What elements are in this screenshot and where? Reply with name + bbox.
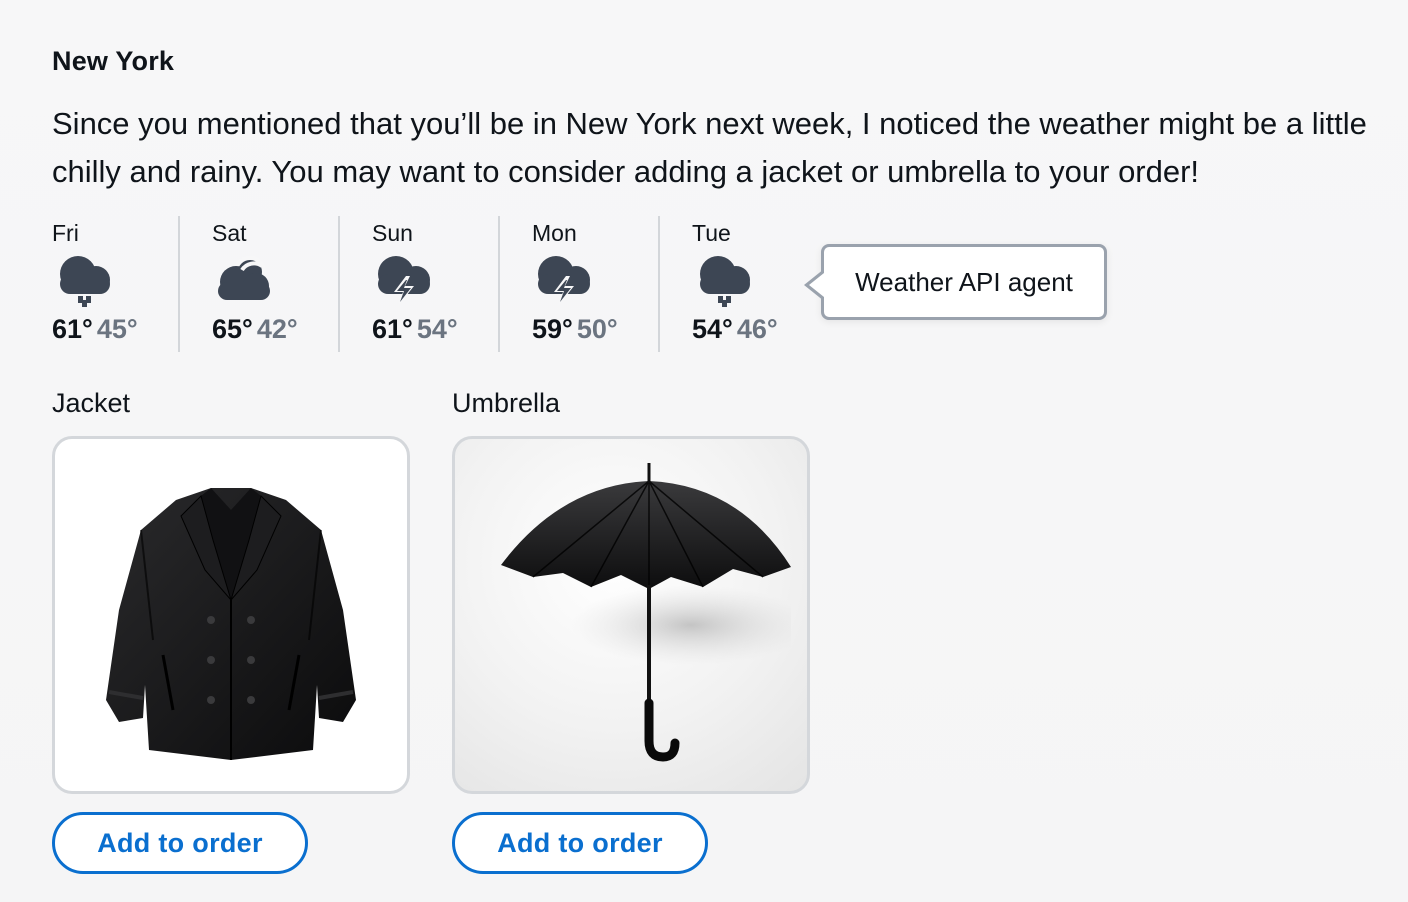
product-title: Jacket — [52, 388, 131, 418]
thunderstorm-icon — [378, 256, 430, 306]
low-temp: 42° — [256, 314, 298, 344]
product-umbrella: Umbrella Add to order — [452, 386, 812, 874]
day-name: Tue — [692, 220, 731, 246]
rain-cloud-icon — [700, 256, 750, 307]
forecast-day-tue: Tue 54° 46° — [658, 216, 818, 352]
temperature-range: 54° 46° — [692, 312, 818, 346]
forecast-day-sat: Sat 65° 42° — [178, 216, 338, 352]
weather-forecast: Fri 61° 45° Sat 65° 42° Sun 61° 54° Mon … — [52, 216, 818, 352]
high-temp: 65° — [212, 314, 253, 344]
rain-cloud-icon — [60, 256, 110, 307]
weather-api-agent-tooltip: Weather API agent — [804, 244, 1107, 320]
low-temp: 50° — [576, 314, 618, 344]
product-image-card[interactable] — [52, 436, 410, 794]
add-umbrella-to-order-button[interactable]: Add to order — [452, 812, 708, 874]
day-name: Mon — [532, 220, 577, 246]
city-heading: New York — [52, 46, 175, 76]
day-name: Sat — [212, 220, 247, 246]
temperature-range: 61° 45° — [52, 312, 178, 346]
jacket-image — [106, 488, 356, 760]
forecast-day-sun: Sun 61° 54° — [338, 216, 498, 352]
temperature-range: 65° 42° — [212, 312, 338, 346]
temperature-range: 61° 54° — [372, 312, 498, 346]
assistant-message: Since you mentioned that you’ll be in Ne… — [52, 106, 1367, 189]
partly-cloudy-icon — [218, 256, 270, 300]
day-name: Fri — [52, 220, 79, 246]
high-temp: 59° — [532, 314, 573, 344]
product-image-card[interactable] — [452, 436, 810, 794]
tooltip-label: Weather API agent — [855, 266, 1073, 297]
day-name: Sun — [372, 220, 413, 246]
product-title: Umbrella — [452, 388, 561, 418]
weather-suggestion-panel: New York Since you mentioned that you’ll… — [0, 0, 1408, 902]
low-temp: 45° — [96, 314, 138, 344]
high-temp: 61° — [52, 314, 93, 344]
forecast-day-fri: Fri 61° 45° — [52, 216, 178, 352]
temperature-range: 59° 50° — [532, 312, 658, 346]
high-temp: 54° — [692, 314, 733, 344]
product-jacket: Jacket Add to order — [52, 386, 412, 874]
umbrella-image — [501, 463, 791, 762]
tooltip-arrow — [804, 269, 824, 301]
add-jacket-to-order-button[interactable]: Add to order — [52, 812, 308, 874]
low-temp: 46° — [736, 314, 778, 344]
low-temp: 54° — [416, 314, 458, 344]
forecast-day-mon: Mon 59° 50° — [498, 216, 658, 352]
high-temp: 61° — [372, 314, 413, 344]
thunderstorm-icon — [538, 256, 590, 306]
